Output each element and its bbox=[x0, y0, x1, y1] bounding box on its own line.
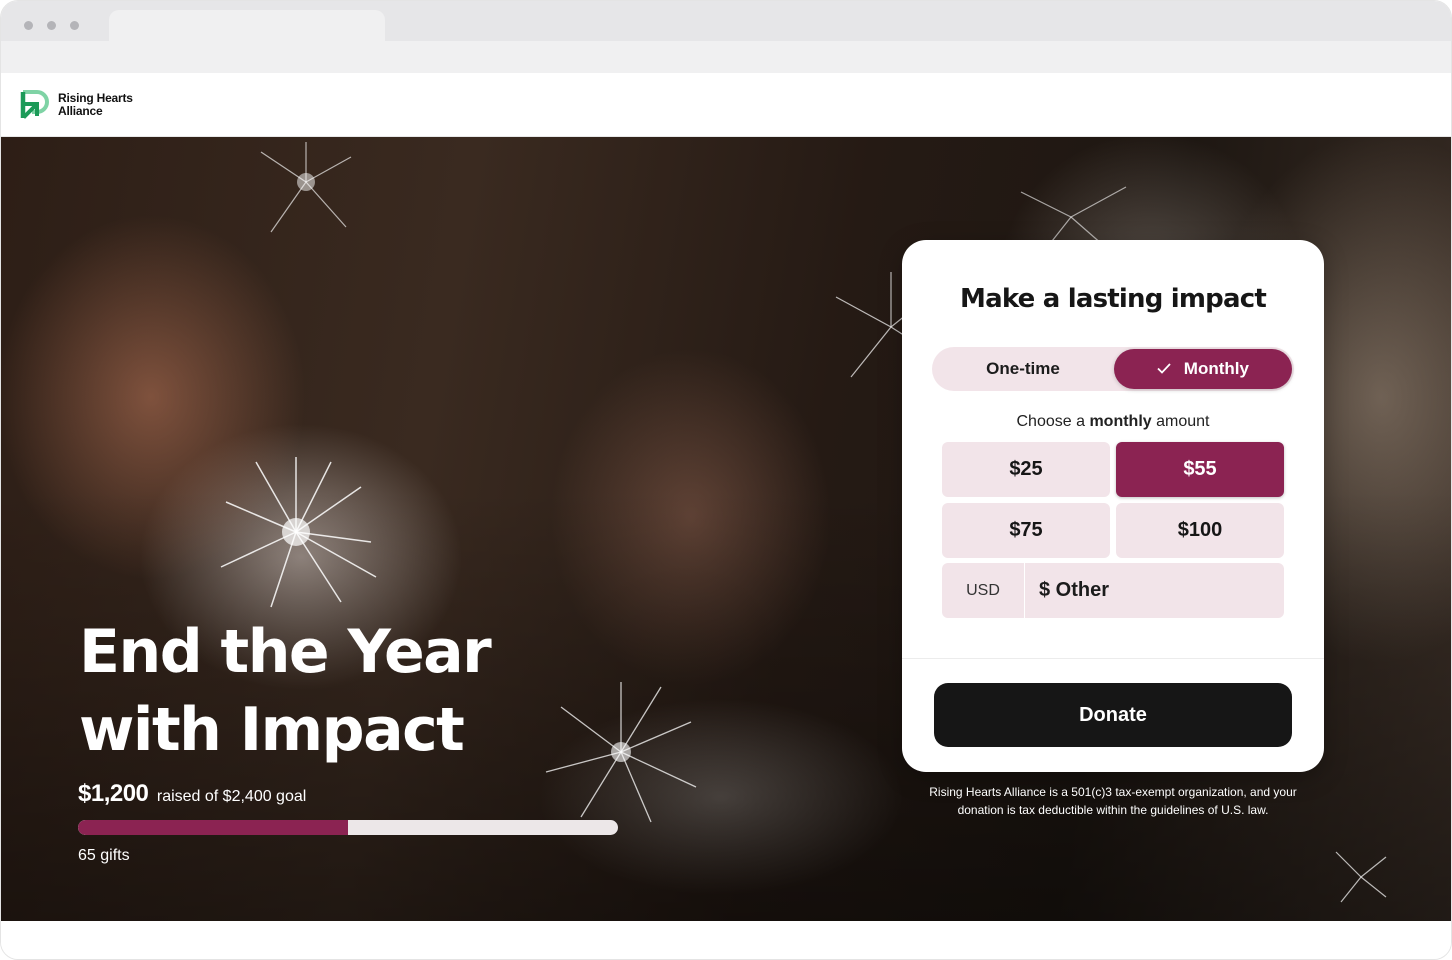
hero-title: End the Year with Impact bbox=[79, 613, 559, 769]
currency-selector[interactable]: USD bbox=[942, 563, 1025, 618]
checkmark-icon bbox=[1157, 362, 1171, 374]
hero-title-line1: End the Year bbox=[79, 617, 492, 687]
amount-caption-suffix: amount bbox=[1156, 413, 1210, 430]
amount-caption-prefix: Choose a bbox=[1016, 413, 1086, 430]
gifts-count: 65 gifts bbox=[78, 847, 130, 864]
frequency-toggle: One-time Monthly bbox=[932, 347, 1294, 391]
sparkler-decoration bbox=[260, 142, 352, 233]
raised-amount: $1,200 bbox=[78, 780, 149, 807]
fundraising-progress-bar bbox=[78, 820, 618, 835]
fundraising-summary: $1,200 raised of $2,400 goal bbox=[78, 780, 306, 808]
window-maximize-dot[interactable] bbox=[70, 21, 79, 30]
donation-card-title: Make a lasting impact bbox=[960, 284, 1267, 314]
donation-card: Make a lasting impact One-time Monthly C… bbox=[902, 240, 1324, 772]
frequency-one-time-label: One-time bbox=[986, 359, 1060, 378]
hero-title-line2: with Impact bbox=[79, 695, 465, 765]
window-close-dot[interactable] bbox=[24, 21, 33, 30]
hero-section: End the Year with Impact $1,200 raised o… bbox=[1, 137, 1451, 921]
amount-caption-frequency: monthly bbox=[1089, 413, 1152, 430]
fundraising-progress-fill bbox=[78, 820, 348, 835]
card-divider bbox=[902, 658, 1324, 659]
amount-caption: Choose a monthly amount bbox=[902, 413, 1324, 431]
brand-name-line2: Alliance bbox=[58, 104, 103, 118]
sparkler-decoration bbox=[545, 682, 697, 823]
window-minimize-dot[interactable] bbox=[47, 21, 56, 30]
frequency-monthly-option[interactable]: Monthly bbox=[1114, 349, 1292, 389]
sparkler-decoration bbox=[220, 457, 377, 608]
donate-button[interactable]: Donate bbox=[934, 683, 1292, 747]
browser-window: Rising Hearts Alliance End the Year with… bbox=[0, 0, 1452, 960]
other-amount-field: USD $ Other bbox=[942, 563, 1284, 618]
browser-tab[interactable] bbox=[109, 10, 385, 44]
frequency-one-time-option[interactable]: One-time bbox=[932, 347, 1114, 391]
sparkler-decoration bbox=[1335, 851, 1387, 903]
page-footer-strip bbox=[1, 921, 1451, 959]
amount-button-100[interactable]: $100 bbox=[1116, 503, 1284, 558]
browser-toolbar bbox=[1, 41, 1451, 73]
arrow-logo-icon[interactable] bbox=[19, 90, 49, 120]
other-amount-input[interactable]: $ Other bbox=[1026, 563, 1284, 618]
raised-goal-text: raised of $2,400 goal bbox=[156, 788, 307, 805]
amount-button-55[interactable]: $55 bbox=[1116, 442, 1284, 497]
frequency-monthly-label: Monthly bbox=[1183, 359, 1249, 378]
amount-button-25[interactable]: $25 bbox=[942, 442, 1110, 497]
site-header: Rising Hearts Alliance bbox=[1, 73, 1451, 137]
amount-button-75[interactable]: $75 bbox=[942, 503, 1110, 558]
tax-disclaimer: Rising Hearts Alliance is a 501(c)3 tax-… bbox=[929, 785, 1297, 817]
brand-name[interactable]: Rising Hearts Alliance bbox=[58, 92, 178, 118]
